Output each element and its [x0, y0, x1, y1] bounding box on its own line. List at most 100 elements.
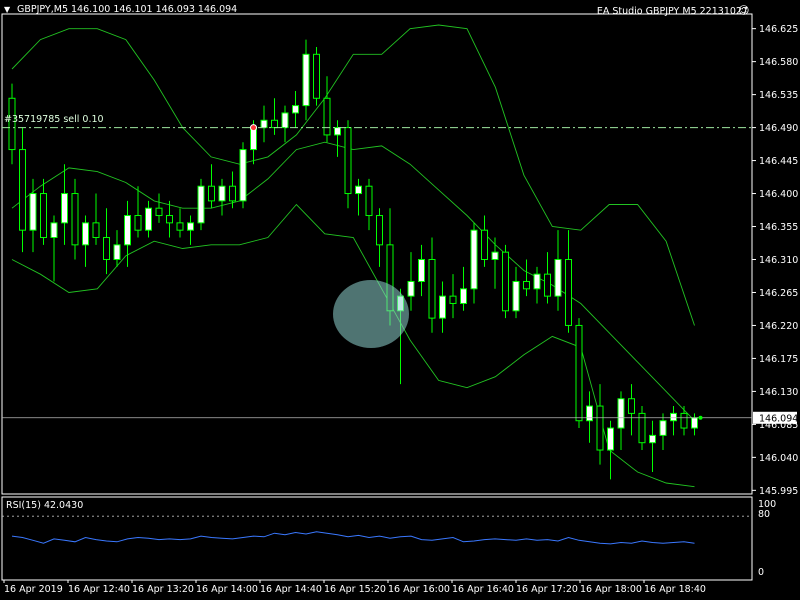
candle-body: [229, 185, 236, 202]
candle-body: [145, 207, 152, 231]
candle-body: [208, 185, 215, 202]
rsi-level-0: 0: [758, 567, 765, 578]
rsi-panel-frame: [1, 496, 753, 581]
price-tick-label: 146.220: [759, 321, 798, 332]
candle-body: [523, 280, 530, 290]
candle-body: [302, 53, 310, 107]
candle-body: [554, 258, 562, 297]
bollinger-upper: [11, 24, 695, 326]
price-axis: 146.625 146.580 146.535 146.490 146.445 146.4…: [752, 24, 798, 497]
bollinger-middle: [11, 141, 695, 422]
price-tick-label: 146.130: [759, 387, 798, 398]
time-tick-label: 16 Apr 15:20: [324, 584, 386, 595]
candle-body: [313, 53, 320, 99]
symbol-dropdown-icon[interactable]: ▼: [4, 5, 10, 14]
candle-body: [575, 324, 583, 422]
rsi-title: RSI(15) 42.0430: [6, 500, 84, 511]
candle-body: [355, 185, 362, 195]
candle-body: [628, 398, 635, 414]
time-tick-label: 16 Apr 14:40: [260, 584, 322, 595]
candle-body: [281, 112, 289, 129]
candle-body: [449, 295, 457, 304]
candle-body: [218, 185, 226, 202]
ea-label: EA Studio GBPJPY M5 22131027: [596, 6, 748, 17]
candle-body: [617, 398, 625, 429]
candle-body: [239, 149, 247, 202]
price-tick-label: 146.445: [759, 156, 798, 167]
candle-body: [103, 237, 110, 260]
candle-body: [680, 412, 688, 429]
order-entry-marker: [250, 124, 257, 132]
time-axis: 16 Apr 2019 16 Apr 12:40 16 Apr 13:20 16 Ap…: [3, 580, 706, 595]
time-tick-label: 16 Apr 18:00: [580, 584, 642, 595]
candle-body: [29, 193, 37, 231]
candle-body: [544, 273, 551, 297]
candle-body: [323, 97, 331, 136]
candle-body: [260, 119, 268, 129]
candle-body: [19, 149, 26, 231]
time-tick-label: 16 Apr 2019: [4, 584, 63, 595]
candle-body: [649, 434, 656, 444]
candle-body: [134, 215, 142, 231]
candle-body: [460, 288, 467, 304]
candle-body: [565, 258, 572, 326]
candle-body: [586, 405, 593, 422]
candle-body: [82, 222, 89, 246]
candle-body: [344, 127, 352, 195]
candle-body: [292, 105, 299, 114]
candle-body: [376, 215, 383, 246]
price-tick-label: 146.040: [759, 453, 798, 464]
price-tick-label: 146.175: [759, 354, 798, 365]
candle-body: [491, 251, 499, 260]
price-tick-label: 145.995: [759, 486, 798, 497]
candle-body: [187, 222, 194, 231]
order-line-label[interactable]: #35719785 sell 0.10: [4, 114, 104, 125]
time-tick-label: 16 Apr 16:40: [452, 584, 514, 595]
candle-body: [50, 222, 58, 239]
candle-body: [334, 127, 341, 136]
candle-body: [407, 280, 415, 297]
candle-body: [470, 229, 478, 290]
candle-body: [271, 119, 278, 129]
candle-body: [197, 185, 205, 224]
candle-body: [512, 280, 520, 312]
candle-body: [481, 229, 488, 260]
candle-body: [418, 258, 425, 282]
candle-body: [155, 207, 163, 217]
candle-body: [61, 193, 68, 224]
candle-body: [71, 193, 79, 246]
price-chart[interactable]: 146.625 146.580 146.535 146.490 146.445 146.4…: [0, 0, 800, 600]
price-tick-label: 146.580: [759, 57, 798, 68]
candle-body: [166, 215, 173, 224]
price-tick-label: 146.625: [759, 24, 798, 35]
candle-body: [113, 244, 121, 260]
smiley-icon: ☺: [738, 4, 750, 17]
candle-body: [92, 222, 100, 239]
candle-body: [439, 295, 446, 319]
time-tick-label: 16 Apr 13:20: [132, 584, 194, 595]
current-price-label: 146.094: [759, 413, 798, 424]
price-tick-label: 146.535: [759, 90, 798, 101]
time-tick-label: 16 Apr 16:00: [388, 584, 450, 595]
candle-body: [40, 193, 47, 239]
highlight-ellipse: [333, 280, 409, 348]
time-tick-label: 16 Apr 12:40: [68, 584, 130, 595]
candle-body: [670, 412, 677, 422]
candle-body: [607, 427, 614, 451]
candle-body: [428, 258, 436, 319]
candle-body: [124, 215, 131, 246]
time-tick-label: 16 Apr 14:00: [196, 584, 258, 595]
candle-body: [596, 405, 604, 451]
rsi-line: [11, 531, 695, 545]
rsi-level-80: 80: [758, 509, 771, 520]
candle-body: [365, 185, 373, 217]
candle-body: [691, 417, 698, 429]
chart-overlay: [2, 124, 752, 420]
price-tick-label: 146.400: [759, 189, 798, 200]
time-tick-label: 16 Apr 17:20: [516, 584, 578, 595]
candle-body: [659, 420, 667, 436]
last-price-marker: [698, 415, 703, 420]
price-tick-label: 146.265: [759, 288, 798, 299]
price-tick-label: 146.355: [759, 222, 798, 233]
candles: [8, 39, 698, 480]
